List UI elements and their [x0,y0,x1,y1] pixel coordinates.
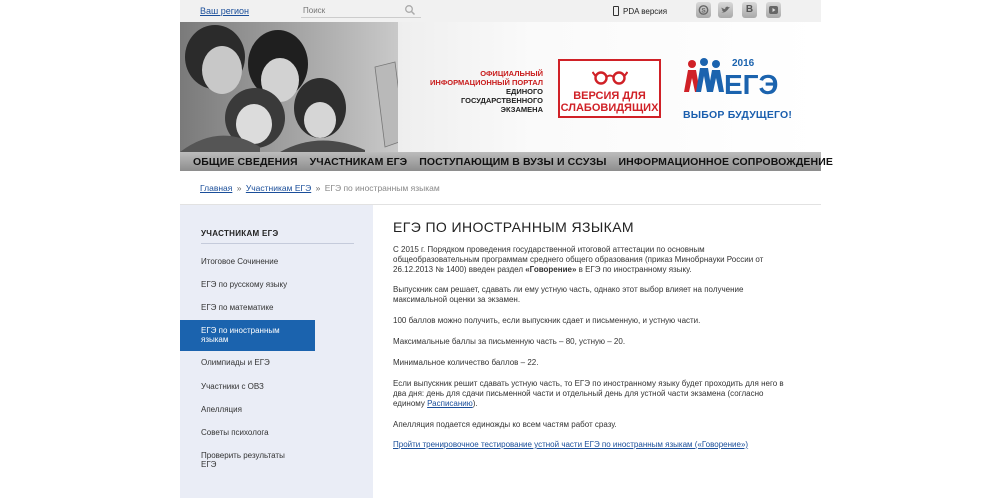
svg-text:S: S [701,8,706,15]
paragraph-min-points: Минимальное количество баллов – 22. [393,358,539,367]
breadcrumb-separator: » [236,183,242,193]
main-nav: ОБЩИЕ СВЕДЕНИЯ УЧАСТНИКАМ ЕГЭ ПОСТУПАЮЩИ… [180,152,833,171]
slogan: ВЫБОР БУДУЩЕГО! [683,109,793,121]
sidebar-item-check-results[interactable]: Проверить результаты ЕГЭ [201,451,291,469]
low-vision-label: ВЕРСИЯ ДЛЯ СЛАБОВИДЯЩИХ [560,90,659,114]
breadcrumb-home[interactable]: Главная [200,183,232,193]
paragraph-100-points: 100 баллов можно получить, если выпускни… [393,316,701,325]
low-vision-version-button[interactable]: ВЕРСИЯ ДЛЯ СЛАБОВИДЯЩИХ [558,59,661,118]
sidebar-item-russian[interactable]: ЕГЭ по русскому языку [201,280,316,289]
paragraph-text: ). [472,399,478,409]
skype-icon[interactable]: S [696,2,711,18]
portal-line-4: ЭКЗАМЕНА [500,105,543,114]
sidebar-item-final-essay[interactable]: Итоговое Сочинение [201,257,316,266]
portal-line-1: ОФИЦИАЛЬНЫЙ [480,69,543,78]
nav-ege-participants[interactable]: УЧАСТНИКАМ ЕГЭ [310,156,408,168]
low-vision-line-2: СЛАБОВИДЯЩИХ [560,102,659,114]
page: Ваш регион PDA версия S B [180,0,833,498]
students-photo [180,22,398,152]
portal-title: ОФИЦИАЛЬНЫЙ ИНФОРМАЦИОННЫЙ ПОРТАЛ ЕДИНОГ… [423,69,543,114]
sidebar-item-foreign-languages[interactable]: ЕГЭ по иностранным языкам [180,320,315,351]
paragraph-choice: Выпускник сам решает, сдавать ли ему уст… [393,285,744,305]
sidebar: УЧАСТНИКАМ ЕГЭ Итоговое Сочинение ЕГЭ по… [180,205,373,498]
paragraph-appeal: Апелляция подается единожды ко всем част… [393,420,617,429]
paragraph-bold: «Говорение» [525,265,577,275]
pda-label: PDA версия [623,6,668,16]
phone-icon [613,6,619,16]
portal-line-2: ИНФОРМАЦИОННЫЙ ПОРТАЛ [430,78,543,87]
paragraph-training: Пройти тренировочное тестирование устной… [393,440,785,450]
pda-version-link[interactable]: PDA версия [613,4,667,18]
schedule-link[interactable]: Расписанию [427,399,473,408]
paragraph-text: в ЕГЭ по иностранному языку. [576,265,692,275]
sidebar-title: УЧАСТНИКАМ ЕГЭ [201,229,279,238]
logo-text: ЕГЭ [724,69,778,100]
sidebar-item-psychologist-tips[interactable]: Советы психолога [201,428,316,437]
header-banner: ОФИЦИАЛЬНЫЙ ИНФОРМАЦИОННЫЙ ПОРТАЛ ЕДИНОГ… [180,22,821,152]
training-test-link[interactable]: Пройти тренировочное тестирование устной… [393,440,748,449]
breadcrumb-current: ЕГЭ по иностранным языкам [324,183,440,193]
breadcrumb: Главная » Участникам ЕГЭ » ЕГЭ по иностр… [200,183,440,193]
low-vision-line-1: ВЕРСИЯ ДЛЯ [573,90,646,102]
paragraph-two-days: Если выпускник решит сдавать устную част… [393,379,785,410]
paragraph-max-points: Максимальные баллы за письменную часть –… [393,337,626,346]
search-icon[interactable] [404,4,416,16]
paragraph-intro: С 2015 г. Порядком проведения государств… [393,245,785,276]
nav-general-info[interactable]: ОБЩИЕ СВЕДЕНИЯ [193,156,298,168]
search-input[interactable] [301,4,421,18]
page-title: ЕГЭ ПО ИНОСТРАННЫМ ЯЗЫКАМ [393,219,634,235]
top-bar: Ваш регион PDA версия S B [180,0,821,22]
breadcrumb-section[interactable]: Участникам ЕГЭ [246,183,311,193]
sidebar-item-olympiads[interactable]: Олимпиады и ЕГЭ [201,358,316,367]
region-link[interactable]: Ваш регион [200,6,249,16]
sidebar-item-label: ЕГЭ по иностранным языкам [201,326,280,344]
sidebar-divider [201,243,354,244]
sidebar-item-appeal[interactable]: Апелляция [201,405,316,414]
sidebar-item-math[interactable]: ЕГЭ по математике [201,303,316,312]
twitter-icon[interactable] [718,2,733,18]
youtube-icon[interactable] [766,2,781,18]
vk-icon[interactable]: B [742,2,757,18]
nav-information-support[interactable]: ИНФОРМАЦИОННОЕ СОПРОВОЖДЕНИЕ [619,156,833,168]
nav-university-applicants[interactable]: ПОСТУПАЮЩИМ В ВУЗЫ И ССУЗЫ [419,156,606,168]
glasses-icon [592,71,628,85]
portal-line-3: ЕДИНОГО ГОСУДАРСТВЕННОГО [460,87,543,105]
sidebar-item-disabilities[interactable]: Участники с ОВЗ [201,382,316,391]
logo-year: 2016 [732,58,755,69]
breadcrumb-separator: » [315,183,321,193]
